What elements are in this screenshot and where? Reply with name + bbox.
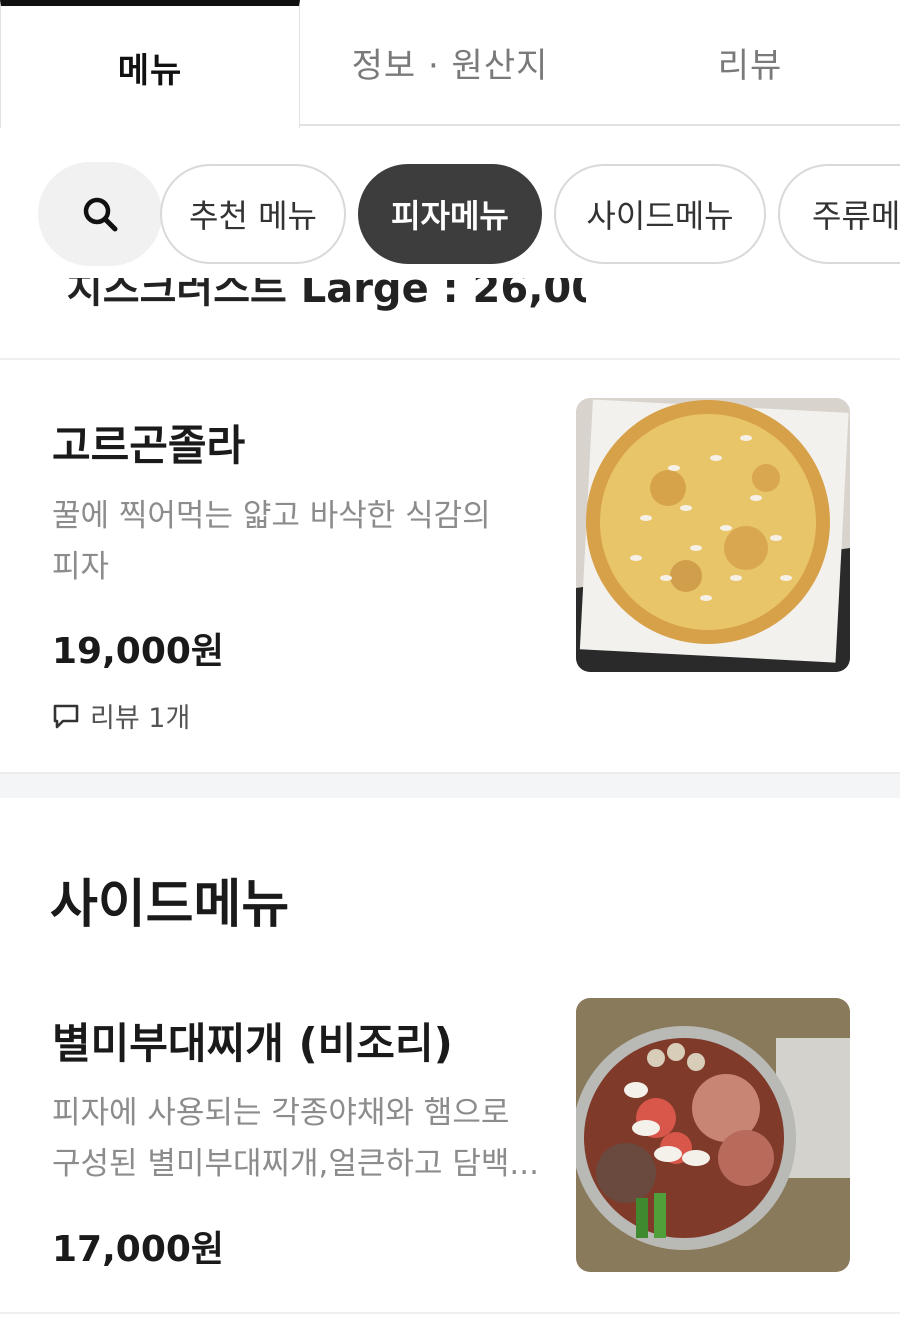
top-tab-bar: 메뉴 정보 · 원산지 리뷰 — [0, 0, 900, 128]
item-name: 고르곤졸라 — [52, 421, 246, 470]
chip-drinks-menu[interactable]: 주류메 — [778, 164, 900, 264]
chip-side-menu[interactable]: 사이드메뉴 — [554, 164, 766, 264]
section-separator — [0, 772, 900, 798]
previous-item-price-text: 치즈크러스트 Large : 26,000원 — [66, 278, 586, 312]
search-icon — [83, 197, 118, 232]
chip-recommended-menu[interactable]: 추천 메뉴 — [160, 164, 346, 264]
tab-menu[interactable]: 메뉴 — [0, 0, 300, 128]
speech-bubble-icon — [53, 704, 79, 728]
previous-item-price-clipped: 치즈크러스트 Large : 26,000원 — [66, 278, 586, 312]
menu-item-budae-jjigae[interactable]: 별미부대찌개 (비조리) 피자에 사용되는 각종야채와 햄으로 구성된 별미부대… — [0, 998, 900, 1298]
category-chip-bar: 추천 메뉴 피자메뉴 사이드메뉴 주류메 — [0, 160, 900, 266]
menu-item-gorgonzola[interactable]: 고르곤졸라 꿀에 찍어먹는 얇고 바삭한 식감의 피자 19,000원 리뷰 1… — [0, 360, 900, 772]
chip-pizza-menu[interactable]: 피자메뉴 — [358, 164, 542, 264]
item-price: 19,000원 — [52, 631, 225, 672]
review-count[interactable]: 리뷰 1개 — [52, 696, 190, 735]
item-description: 피자에 사용되는 각종야채와 햄으로 구성된 별미부대찌개,얼큰하고 담백... — [52, 1095, 539, 1182]
budae-jjigae-photo[interactable] — [576, 998, 850, 1272]
tab-review[interactable]: 리뷰 — [600, 0, 900, 124]
divider — [0, 1312, 900, 1314]
tab-info-origin[interactable]: 정보 · 원산지 — [300, 0, 600, 124]
section-title-side-menu: 사이드메뉴 — [50, 875, 290, 935]
item-price: 17,000원 — [52, 1229, 225, 1270]
item-description: 꿀에 찍어먹는 얇고 바삭한 식감의 피자 — [52, 498, 491, 585]
search-button[interactable] — [38, 162, 162, 266]
item-name: 별미부대찌개 (비조리) — [52, 1019, 453, 1068]
gorgonzola-pizza-photo[interactable] — [576, 398, 850, 672]
